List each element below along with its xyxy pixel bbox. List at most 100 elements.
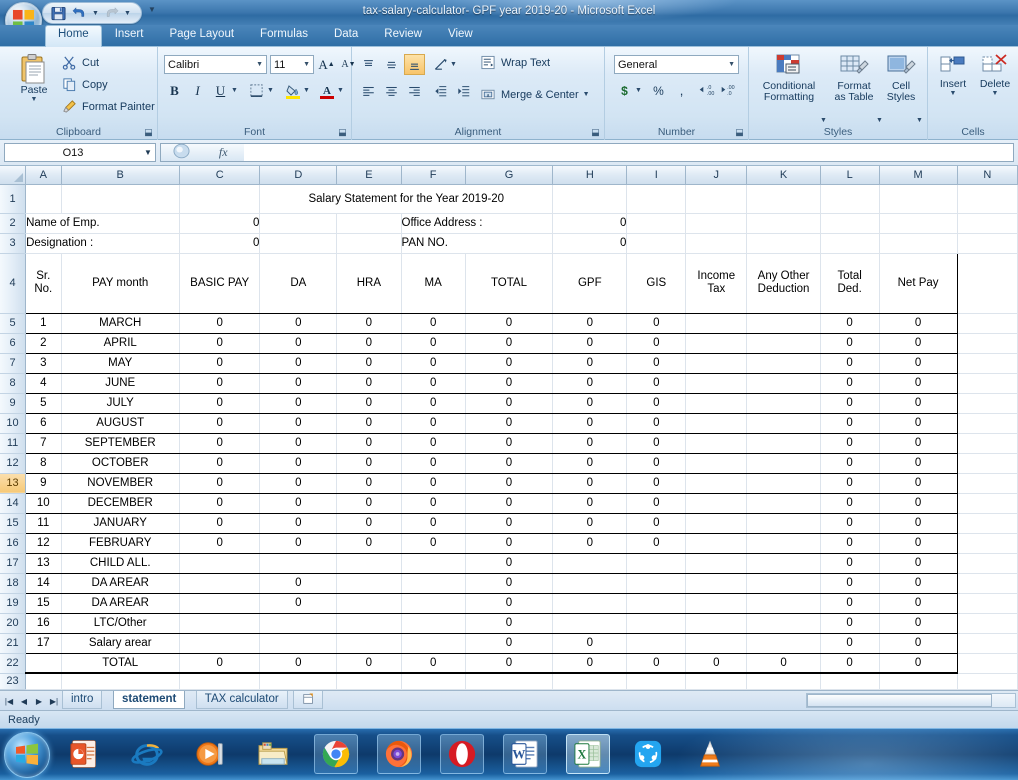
- alignment-dialog-launcher[interactable]: ⬓: [590, 127, 601, 138]
- cell-gpf-19[interactable]: [553, 593, 627, 613]
- font-size-box[interactable]: 11 ▼: [270, 55, 314, 74]
- format-painter-button[interactable]: Format Painter: [62, 99, 155, 114]
- cell-M2[interactable]: [879, 213, 957, 233]
- info-value-h-2[interactable]: 0: [553, 213, 627, 233]
- cell-basic-pay-10[interactable]: 0: [179, 413, 259, 433]
- cell-hra-11[interactable]: 0: [337, 433, 401, 453]
- increase-decimal-button[interactable]: .0 .00: [695, 80, 716, 101]
- align-left-button[interactable]: [358, 80, 379, 101]
- cell-total-ded-6[interactable]: 0: [820, 333, 879, 353]
- cell-ma-8[interactable]: 0: [401, 373, 465, 393]
- cell-gpf-17[interactable]: [553, 553, 627, 573]
- comma-button[interactable]: ,: [671, 80, 692, 101]
- cell-ma-21[interactable]: [401, 633, 465, 653]
- row-header-1[interactable]: 1: [0, 184, 26, 213]
- cell-sr-no-11[interactable]: 7: [26, 433, 61, 453]
- cut-button[interactable]: Cut: [62, 55, 99, 70]
- row-header-14[interactable]: 14: [0, 493, 26, 513]
- cell-ma-17[interactable]: [401, 553, 465, 573]
- taskbar-item-chrome[interactable]: [314, 734, 358, 774]
- cell-gpf-20[interactable]: [553, 613, 627, 633]
- table-row[interactable]: 139NOVEMBER000000000: [0, 473, 1018, 493]
- cell-gpf-5[interactable]: 0: [553, 313, 627, 333]
- cell-N19[interactable]: [957, 593, 1017, 613]
- taskbar-item-opera[interactable]: [440, 734, 484, 774]
- cell-income-tax-12[interactable]: [686, 453, 747, 473]
- redo-dropdown-arrow[interactable]: ▼: [123, 4, 132, 22]
- align-top-button[interactable]: [358, 54, 379, 75]
- ribbon-tab-review[interactable]: Review: [371, 25, 435, 47]
- cell-any-other-deduction-8[interactable]: [747, 373, 820, 393]
- clipboard-dialog-launcher[interactable]: ⬓: [143, 127, 154, 138]
- header-sr-no[interactable]: Sr.No.: [26, 253, 61, 313]
- row-header-23[interactable]: 23: [0, 673, 26, 689]
- cell-net-pay-10[interactable]: 0: [879, 413, 957, 433]
- cell-ma-5[interactable]: 0: [401, 313, 465, 333]
- cell-A1[interactable]: [26, 184, 61, 213]
- taskbar-item-word[interactable]: W: [503, 734, 547, 774]
- cell-gpf-16[interactable]: 0: [553, 533, 627, 553]
- taskbar-item-vlc[interactable]: [688, 734, 732, 774]
- undo-dropdown-arrow[interactable]: ▼: [91, 4, 100, 22]
- bold-button[interactable]: B: [164, 80, 185, 101]
- cell-net-pay-15[interactable]: 0: [879, 513, 957, 533]
- cell-any-other-deduction-13[interactable]: [747, 473, 820, 493]
- cell-N16[interactable]: [957, 533, 1017, 553]
- cell-net-pay-11[interactable]: 0: [879, 433, 957, 453]
- cell-total-21[interactable]: 0: [465, 633, 552, 653]
- header-total-ded[interactable]: TotalDed.: [820, 253, 879, 313]
- cell-total-ded-16[interactable]: 0: [820, 533, 879, 553]
- cell-ma-11[interactable]: 0: [401, 433, 465, 453]
- cell-any-other-deduction-22[interactable]: 0: [747, 653, 820, 673]
- horizontal-scrollbar[interactable]: [806, 693, 1016, 708]
- cell-basic-pay-18[interactable]: [179, 573, 259, 593]
- cell-I2[interactable]: [627, 213, 686, 233]
- cell-pay-month-19[interactable]: DA AREAR: [61, 593, 179, 613]
- row-header-16[interactable]: 16: [0, 533, 26, 553]
- cell-total-ded-11[interactable]: 0: [820, 433, 879, 453]
- cell-E23[interactable]: [337, 673, 401, 689]
- quick-access-toolbar[interactable]: ▼ ▼: [42, 2, 142, 24]
- row-header-9[interactable]: 9: [0, 393, 26, 413]
- row-header-12[interactable]: 12: [0, 453, 26, 473]
- cell-gis-13[interactable]: 0: [627, 473, 686, 493]
- cell-total-ded-12[interactable]: 0: [820, 453, 879, 473]
- grow-font-button[interactable]: A▲: [316, 54, 337, 75]
- header-ma[interactable]: MA: [401, 253, 465, 313]
- cell-total-13[interactable]: 0: [465, 473, 552, 493]
- cell-any-other-deduction-6[interactable]: [747, 333, 820, 353]
- cell-da-19[interactable]: 0: [260, 593, 337, 613]
- cell-gis-22[interactable]: 0: [627, 653, 686, 673]
- font-dialog-launcher[interactable]: ⬓: [337, 127, 348, 138]
- cell-income-tax-17[interactable]: [686, 553, 747, 573]
- cell-gpf-7[interactable]: 0: [553, 353, 627, 373]
- format-as-table-button[interactable]: Format as Table: [829, 53, 879, 103]
- cell-gpf-18[interactable]: [553, 573, 627, 593]
- cell-basic-pay-9[interactable]: 0: [179, 393, 259, 413]
- ribbon-tab-insert[interactable]: Insert: [102, 25, 157, 47]
- cell-income-tax-5[interactable]: [686, 313, 747, 333]
- column-header-E[interactable]: E: [337, 166, 401, 184]
- cell-gpf-10[interactable]: 0: [553, 413, 627, 433]
- cell-gpf-11[interactable]: 0: [553, 433, 627, 453]
- cell-sr-no-10[interactable]: 6: [26, 413, 61, 433]
- cell-total-15[interactable]: 0: [465, 513, 552, 533]
- row-header-3[interactable]: 3: [0, 233, 26, 253]
- table-row[interactable]: 62APRIL000000000: [0, 333, 1018, 353]
- cell-total-ded-14[interactable]: 0: [820, 493, 879, 513]
- table-row[interactable]: 1814DA AREAR0000: [0, 573, 1018, 593]
- cell-da-21[interactable]: [260, 633, 337, 653]
- sheet-tab-intro[interactable]: intro: [62, 691, 102, 709]
- cell-N4[interactable]: [957, 253, 1017, 313]
- insert-worksheet-button[interactable]: [293, 691, 323, 709]
- table-row[interactable]: 1612FEBRUARY000000000: [0, 533, 1018, 553]
- info-value-c-2[interactable]: 0: [179, 213, 259, 233]
- cell-H23[interactable]: [553, 673, 627, 689]
- cell-any-other-deduction-18[interactable]: [747, 573, 820, 593]
- cell-pay-month-7[interactable]: MAY: [61, 353, 179, 373]
- decrease-indent-button[interactable]: [430, 80, 451, 101]
- cell-D2[interactable]: [260, 213, 337, 233]
- cell-income-tax-11[interactable]: [686, 433, 747, 453]
- cell-da-11[interactable]: 0: [260, 433, 337, 453]
- merge-center-button[interactable]: a Merge & Center ▼: [480, 87, 590, 102]
